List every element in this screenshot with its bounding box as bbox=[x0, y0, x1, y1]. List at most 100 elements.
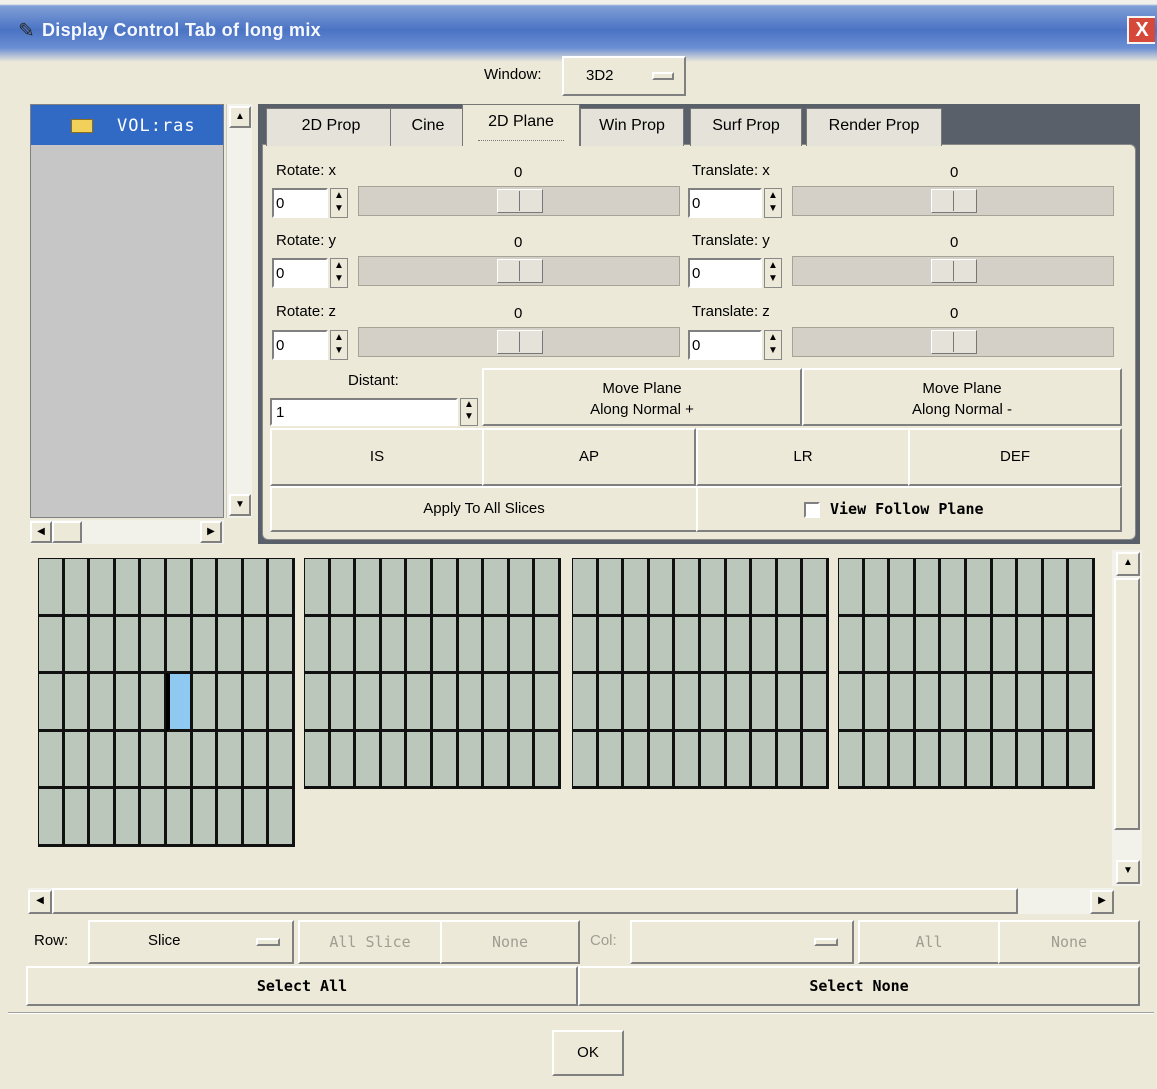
distant-spinner-icon[interactable]: ▲ ▼ bbox=[460, 398, 478, 426]
slice-cell[interactable] bbox=[802, 615, 829, 675]
translate-y-spinner-icon[interactable]: ▲ ▼ bbox=[764, 258, 782, 288]
slice-cell[interactable] bbox=[940, 615, 967, 675]
slice-cell[interactable] bbox=[597, 730, 625, 790]
tab-render-prop[interactable]: Render Prop bbox=[806, 108, 942, 146]
scroll-left-icon[interactable]: ◀ bbox=[28, 890, 52, 914]
slice-cell[interactable] bbox=[508, 615, 536, 675]
slice-cell[interactable] bbox=[991, 558, 1019, 617]
tab-2d-prop[interactable]: 2D Prop bbox=[266, 108, 396, 146]
translate-x-slider[interactable] bbox=[792, 186, 1114, 216]
col-select[interactable] bbox=[630, 920, 854, 964]
slice-cell[interactable] bbox=[217, 558, 244, 617]
slice-cell[interactable] bbox=[304, 673, 331, 732]
def-button[interactable]: DEF bbox=[908, 428, 1122, 486]
scroll-thumb[interactable] bbox=[52, 888, 1018, 914]
slice-cell[interactable] bbox=[572, 615, 599, 675]
slice-cell[interactable] bbox=[751, 730, 778, 790]
slice-cell[interactable] bbox=[838, 558, 865, 617]
slice-cell[interactable] bbox=[966, 673, 993, 732]
slice-cell[interactable] bbox=[648, 558, 676, 617]
slice-cell[interactable] bbox=[1068, 730, 1095, 790]
slice-cell[interactable] bbox=[114, 615, 142, 675]
slice-cell[interactable] bbox=[940, 730, 967, 790]
is-button[interactable]: IS bbox=[270, 428, 484, 486]
slice-cell[interactable] bbox=[966, 558, 993, 617]
slice-cell[interactable] bbox=[700, 730, 727, 790]
slice-cell[interactable] bbox=[1068, 673, 1095, 732]
slice-cell[interactable] bbox=[508, 558, 536, 617]
slice-cell[interactable] bbox=[242, 615, 270, 675]
slice-cell[interactable] bbox=[991, 615, 1019, 675]
slice-cell[interactable] bbox=[776, 673, 804, 732]
slice-cell[interactable] bbox=[802, 730, 829, 790]
rotate-x-spinner-icon[interactable]: ▲ ▼ bbox=[330, 188, 348, 218]
slice-cell[interactable] bbox=[242, 558, 270, 617]
slice-cell[interactable] bbox=[572, 730, 599, 790]
slice-cell[interactable] bbox=[674, 730, 701, 790]
slice-cell[interactable] bbox=[700, 615, 727, 675]
slice-cell[interactable] bbox=[191, 615, 219, 675]
rotate-z-spinner-icon[interactable]: ▲ ▼ bbox=[330, 330, 348, 360]
close-button[interactable]: X bbox=[1127, 16, 1155, 44]
slice-cell[interactable] bbox=[725, 615, 753, 675]
slice-cell[interactable] bbox=[889, 730, 916, 790]
slice-cell[interactable] bbox=[863, 673, 891, 732]
slice-cell[interactable] bbox=[268, 615, 295, 675]
slice-cell[interactable] bbox=[991, 673, 1019, 732]
slice-cell[interactable] bbox=[623, 615, 650, 675]
slice-cell[interactable] bbox=[1042, 558, 1070, 617]
rotate-z-slider[interactable] bbox=[358, 327, 680, 357]
rotate-z-input[interactable]: 0 bbox=[272, 330, 328, 360]
slice-cell[interactable] bbox=[268, 673, 295, 732]
slice-cell[interactable] bbox=[329, 615, 357, 675]
translate-z-slider[interactable] bbox=[792, 327, 1114, 357]
slice-cell[interactable] bbox=[191, 558, 219, 617]
move-plane-minus-button[interactable]: Move Plane Along Normal - bbox=[802, 368, 1122, 426]
slice-cell[interactable] bbox=[914, 730, 942, 790]
slice-cell[interactable] bbox=[217, 788, 244, 847]
scroll-down-icon[interactable]: ▼ bbox=[1116, 860, 1140, 884]
all-slice-button[interactable]: All Slice bbox=[298, 920, 442, 964]
slice-cell[interactable] bbox=[304, 558, 331, 617]
slice-cell[interactable] bbox=[751, 558, 778, 617]
slice-cell[interactable] bbox=[802, 673, 829, 732]
slice-cell[interactable] bbox=[329, 673, 357, 732]
slice-cell[interactable] bbox=[838, 673, 865, 732]
slice-cell[interactable] bbox=[914, 615, 942, 675]
slice-cell[interactable] bbox=[268, 558, 295, 617]
slice-cell[interactable] bbox=[457, 673, 485, 732]
tab-win-prop[interactable]: Win Prop bbox=[580, 108, 684, 146]
slice-cell[interactable] bbox=[217, 730, 244, 790]
slice-cell[interactable] bbox=[355, 673, 382, 732]
scroll-right-icon[interactable]: ▶ bbox=[200, 521, 222, 543]
slice-cell[interactable] bbox=[457, 558, 485, 617]
slice-cell[interactable] bbox=[406, 673, 433, 732]
tree-vertical-scrollbar[interactable]: ▲ ▼ bbox=[226, 104, 252, 518]
slice-cell[interactable] bbox=[483, 673, 510, 732]
slice-cell[interactable] bbox=[838, 730, 865, 790]
slice-cell[interactable] bbox=[380, 558, 408, 617]
slice-cell[interactable] bbox=[114, 730, 142, 790]
slice-cell[interactable] bbox=[63, 730, 91, 790]
slice-cell[interactable] bbox=[38, 673, 65, 732]
slice-cell[interactable] bbox=[776, 558, 804, 617]
view-follow-checkbox[interactable] bbox=[804, 502, 820, 518]
rotate-y-slider[interactable] bbox=[358, 256, 680, 286]
slice-cell[interactable] bbox=[597, 558, 625, 617]
slice-cell[interactable] bbox=[217, 615, 244, 675]
ok-button[interactable]: OK bbox=[552, 1030, 624, 1076]
slice-cell[interactable] bbox=[89, 615, 116, 675]
slice-cell[interactable] bbox=[329, 730, 357, 790]
slice-cell[interactable] bbox=[166, 558, 193, 617]
slice-cell[interactable] bbox=[863, 730, 891, 790]
slice-cell[interactable] bbox=[191, 673, 219, 732]
slice-cell[interactable] bbox=[63, 558, 91, 617]
slider-thumb[interactable] bbox=[931, 189, 977, 213]
tree-item-selected[interactable]: VOL:ras bbox=[31, 105, 223, 145]
slider-thumb[interactable] bbox=[497, 259, 543, 283]
slice-cell[interactable] bbox=[63, 615, 91, 675]
slice-cell[interactable] bbox=[1017, 673, 1044, 732]
slice-cell[interactable] bbox=[940, 558, 967, 617]
none-right-button[interactable]: None bbox=[998, 920, 1140, 964]
slice-cell[interactable] bbox=[508, 730, 536, 790]
